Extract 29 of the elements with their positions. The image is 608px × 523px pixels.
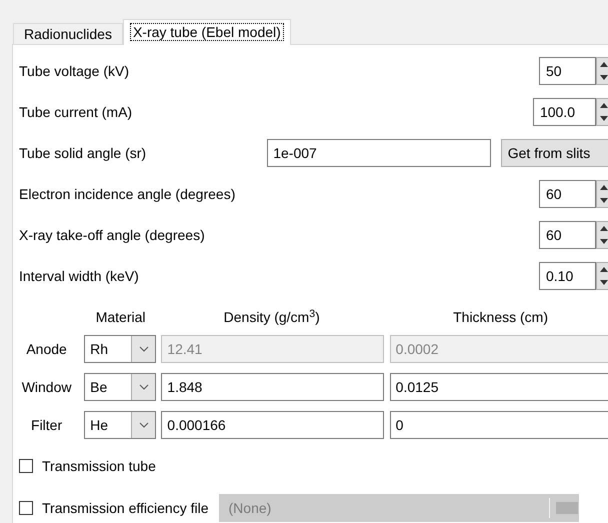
tab[interactable]: Radionuclides — [13, 23, 123, 44]
layer-label: Anode — [25, 340, 68, 358]
field-label: Interval width (keV) — [19, 266, 139, 286]
number-field[interactable]: 50 — [539, 57, 596, 85]
material-dropdown[interactable]: He — [84, 411, 156, 439]
field-label: Tube voltage (kV) — [19, 62, 129, 81]
column-header: Density (g/cm$^{3}$) — [222, 307, 321, 327]
column-header: Material — [94, 308, 147, 327]
field-label: X-ray take-off angle (degrees) — [19, 226, 205, 245]
field-label: Tube current (mA) — [19, 102, 132, 122]
material-dropdown[interactable]: Be — [84, 373, 156, 401]
field-label: Electron incidence angle (degrees) — [19, 184, 236, 204]
field-label: Tube solid angle (sr) — [19, 144, 146, 160]
number-field[interactable]: 60 — [539, 180, 596, 208]
text-field[interactable]: 1e-007 — [267, 139, 491, 167]
number-field[interactable]: 100.0 — [532, 98, 596, 126]
thickness-field[interactable]: 0.0125 — [390, 373, 608, 401]
checkbox-label: Transmission efficiency file — [42, 498, 209, 518]
density-field[interactable]: 0.000166 — [161, 411, 384, 439]
get-from-slits-button[interactable]: Get from slits — [500, 139, 608, 167]
tab[interactable]: X-ray tube (Ebel model) — [122, 19, 291, 45]
density-field[interactable]: 1.848 — [161, 373, 384, 401]
thickness-field[interactable]: 0 — [390, 411, 608, 439]
number-field[interactable]: 0.10 — [539, 262, 596, 290]
checkbox-label: Transmission tube — [42, 456, 156, 476]
layer-label: Window — [20, 378, 72, 396]
column-header: Thickness (cm) — [452, 308, 550, 327]
layer-label: Filter — [30, 416, 64, 434]
number-field[interactable]: 60 — [539, 221, 596, 249]
